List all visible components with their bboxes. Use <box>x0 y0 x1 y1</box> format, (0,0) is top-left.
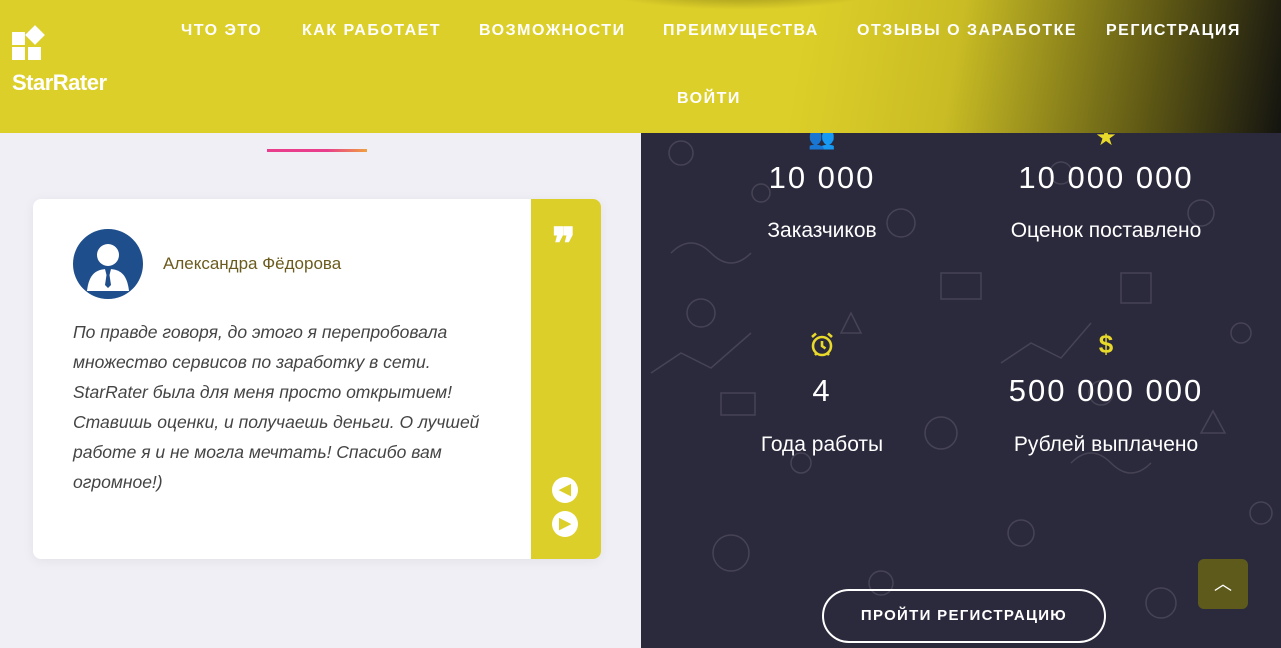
stat-payout-label: Рублей выплачено <box>1013 433 1199 456</box>
stats-section: 👥 ★ 10 000 Заказчиков 10 000 000 Оценок … <box>641 133 1281 648</box>
nav-item-login[interactable]: ВОЙТИ <box>677 90 741 108</box>
stat-years-label: Года работы <box>760 433 884 456</box>
nav-item-advantages[interactable]: ПРЕИМУЩЕСТВА <box>663 22 819 40</box>
stat-ratings-label: Оценок поставлено <box>1010 219 1202 242</box>
quote-icon: ❞ <box>552 219 576 270</box>
nav-item-features[interactable]: ВОЗМОЖНОСТИ <box>479 22 626 40</box>
testimonials-section: Александра Фёдорова По правде говоря, до… <box>0 133 641 648</box>
dollar-icon: $ <box>1098 329 1114 359</box>
prev-testimonial-button[interactable]: ◀ <box>552 477 578 503</box>
chevron-up-icon: ︿ <box>1214 574 1232 594</box>
testimonial-author: Александра Фёдорова <box>163 254 342 273</box>
user-avatar-icon <box>87 244 129 291</box>
star-icon: ★ <box>1095 133 1117 151</box>
nav-item-registration[interactable]: РЕГИСТРАЦИЯ <box>1106 22 1241 40</box>
nav-item-how-it-works[interactable]: КАК РАБОТАЕТ <box>302 22 441 40</box>
stat-years-value: 4 <box>812 373 832 408</box>
stat-customers-value: 10 000 <box>768 160 876 195</box>
arrow-left-icon: ◀ <box>559 481 571 498</box>
stat-customers-label: Заказчиков <box>767 219 877 242</box>
next-testimonial-button[interactable]: ▶ <box>552 511 578 537</box>
alarm-clock-icon <box>808 331 836 364</box>
logo[interactable]: StarRater <box>12 25 107 96</box>
logo-text: StarRater <box>12 70 107 95</box>
stat-ratings-value: 10 000 000 <box>1018 160 1194 195</box>
testimonial-text: По правде говоря, до этого я перепробова… <box>73 322 480 492</box>
testimonial-card: Александра Фёдорова По правде говоря, до… <box>33 199 601 559</box>
registration-cta-button[interactable]: ПРОЙТИ РЕГИСТРАЦИЮ <box>822 589 1106 643</box>
testimonial-controls: ❞ ◀ ▶ <box>531 199 601 559</box>
scroll-to-top-button[interactable]: ︿ <box>1198 559 1248 609</box>
users-icon: 👥 <box>808 133 836 150</box>
site-header: StarRater ЧТО ЭТО КАК РАБОТАЕТ ВОЗМОЖНОС… <box>0 0 1281 133</box>
arrow-right-icon: ▶ <box>559 515 571 532</box>
avatar <box>73 229 143 299</box>
section-title-underline <box>267 149 367 152</box>
nav-item-reviews[interactable]: ОТЗЫВЫ О ЗАРАБОТКЕ <box>857 22 1077 40</box>
logo-icon <box>12 25 46 60</box>
nav-item-what-is[interactable]: ЧТО ЭТО <box>181 22 262 40</box>
stat-payout-value: 500 000 000 <box>1008 373 1204 408</box>
